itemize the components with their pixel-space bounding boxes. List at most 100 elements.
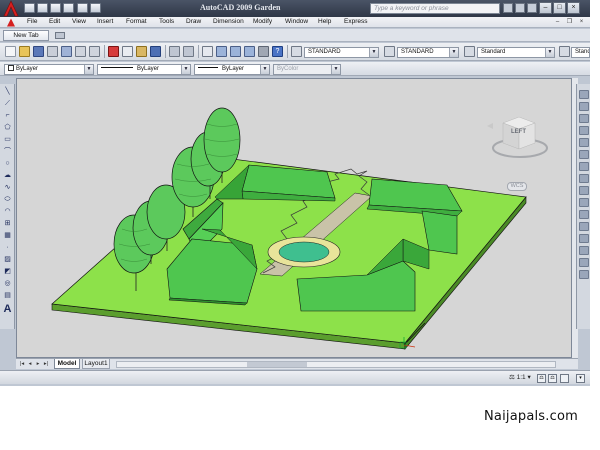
zoom-window-icon[interactable] bbox=[230, 46, 241, 57]
spline-icon[interactable]: ∿ bbox=[2, 182, 13, 193]
linetype-dropdown[interactable]: ByLayer ▼ bbox=[97, 64, 191, 75]
chevron-down-icon[interactable]: ▼ bbox=[84, 65, 93, 74]
search-icon[interactable] bbox=[503, 3, 513, 13]
ellipse-arc-icon[interactable]: ◠ bbox=[2, 206, 13, 217]
tab-toggle-icon[interactable] bbox=[55, 32, 65, 39]
gradient-icon[interactable]: ◩ bbox=[2, 266, 13, 277]
construction-line-icon[interactable]: ⟋ bbox=[2, 98, 13, 109]
maximize-icon[interactable]: □ bbox=[553, 2, 566, 14]
doc-minimize-icon[interactable]: – bbox=[553, 18, 562, 27]
array-icon[interactable] bbox=[579, 138, 589, 147]
properties-icon[interactable] bbox=[258, 46, 269, 57]
copy-object-icon[interactable] bbox=[579, 102, 589, 111]
drawing-viewport[interactable]: LEFT WCS bbox=[16, 78, 572, 358]
new-tab-button[interactable]: New Tab bbox=[3, 30, 49, 41]
print-icon[interactable] bbox=[47, 46, 58, 57]
search-input[interactable]: Type a keyword or phrase bbox=[370, 3, 500, 14]
menu-insert[interactable]: Insert bbox=[97, 18, 113, 25]
3d-dwf-icon[interactable] bbox=[89, 46, 100, 57]
chevron-down-icon[interactable]: ▼ bbox=[260, 65, 269, 74]
undo-icon[interactable] bbox=[77, 3, 88, 13]
plot-style-dropdown[interactable]: ByColor ▼ bbox=[273, 64, 341, 75]
point-icon[interactable]: · bbox=[2, 242, 13, 253]
doc-restore-icon[interactable]: ❐ bbox=[565, 18, 574, 27]
menu-express[interactable]: Express bbox=[344, 18, 367, 25]
circle-icon[interactable]: ○ bbox=[2, 158, 13, 169]
minimize-icon[interactable]: – bbox=[539, 2, 552, 14]
dim-style-icon[interactable] bbox=[384, 46, 395, 57]
table-style-icon[interactable] bbox=[464, 46, 475, 57]
menu-format[interactable]: Format bbox=[126, 18, 147, 25]
redo-icon[interactable] bbox=[90, 3, 101, 13]
close-icon[interactable]: × bbox=[567, 2, 580, 14]
publish-icon[interactable] bbox=[75, 46, 86, 57]
horizontal-scrollbar[interactable] bbox=[116, 361, 556, 368]
chamfer-icon[interactable] bbox=[579, 246, 589, 255]
move-icon[interactable] bbox=[579, 150, 589, 159]
text-style-dropdown[interactable]: STANDARD ▼ bbox=[304, 47, 379, 58]
menu-modify[interactable]: Modify bbox=[253, 18, 272, 25]
new-icon[interactable] bbox=[24, 3, 35, 13]
garden-3d-model[interactable] bbox=[17, 79, 573, 359]
zoom-previous-icon[interactable] bbox=[244, 46, 255, 57]
erase-icon[interactable] bbox=[579, 90, 589, 99]
stretch-icon[interactable] bbox=[579, 186, 589, 195]
line-icon[interactable]: ╲ bbox=[2, 86, 13, 97]
color-dropdown[interactable]: ByLayer ▼ bbox=[4, 64, 94, 75]
menu-tools[interactable]: Tools bbox=[159, 18, 174, 25]
help-icon[interactable] bbox=[527, 3, 537, 13]
doc-close-icon[interactable]: × bbox=[577, 18, 586, 27]
zoom-realtime-icon[interactable] bbox=[216, 46, 227, 57]
autocad-logo-icon[interactable] bbox=[1, 0, 21, 17]
open-file-icon[interactable] bbox=[19, 46, 30, 57]
insert-block-icon[interactable]: ⊞ bbox=[2, 218, 13, 229]
viewcube-face-label[interactable]: LEFT bbox=[511, 129, 526, 135]
chevron-down-icon[interactable]: ▼ bbox=[369, 48, 378, 57]
table-style-dropdown[interactable]: Standard ▼ bbox=[477, 47, 555, 58]
polyline-icon[interactable]: ⌐ bbox=[2, 110, 13, 121]
extend-icon[interactable] bbox=[579, 210, 589, 219]
multileader-style-icon[interactable] bbox=[559, 46, 570, 57]
auto-scale-icon[interactable]: ⚖ bbox=[548, 374, 557, 383]
dim-style-dropdown[interactable]: STANDARD ▼ bbox=[397, 47, 459, 58]
ellipse-icon[interactable]: ⬭ bbox=[2, 194, 13, 205]
save-file-icon[interactable] bbox=[33, 46, 44, 57]
menu-dimension[interactable]: Dimension bbox=[213, 18, 244, 25]
help-icon[interactable]: ? bbox=[272, 46, 283, 57]
menu-help[interactable]: Help bbox=[318, 18, 331, 25]
arc-icon[interactable]: ⌒ bbox=[2, 146, 13, 157]
hatch-icon[interactable]: ▨ bbox=[2, 254, 13, 265]
first-layout-icon[interactable]: |◂ bbox=[18, 360, 26, 368]
trim-icon[interactable] bbox=[579, 198, 589, 207]
lock-icon[interactable] bbox=[560, 374, 569, 383]
tab-model[interactable]: Model bbox=[54, 359, 80, 369]
print-icon[interactable] bbox=[63, 3, 74, 13]
rotate-icon[interactable] bbox=[579, 162, 589, 171]
ucs-menu-button[interactable]: WCS bbox=[507, 182, 527, 191]
make-block-icon[interactable]: ▦ bbox=[2, 230, 13, 241]
menu-file[interactable]: File bbox=[27, 18, 37, 25]
rectangle-icon[interactable]: ▭ bbox=[2, 134, 13, 145]
pan-icon[interactable] bbox=[202, 46, 213, 57]
cut-icon[interactable] bbox=[108, 46, 119, 57]
region-icon[interactable]: ◎ bbox=[2, 278, 13, 289]
multileader-style-dropdown[interactable]: Stand bbox=[571, 47, 590, 58]
open-icon[interactable] bbox=[37, 3, 48, 13]
chevron-down-icon[interactable]: ▼ bbox=[331, 65, 340, 74]
previous-layout-icon[interactable]: ◂ bbox=[26, 360, 34, 368]
explode-icon[interactable] bbox=[579, 270, 589, 279]
tab-layout1[interactable]: Layout1 bbox=[82, 359, 110, 369]
lineweight-dropdown[interactable]: ByLayer ▼ bbox=[194, 64, 270, 75]
next-layout-icon[interactable]: ▸ bbox=[34, 360, 42, 368]
star-icon[interactable] bbox=[515, 3, 525, 13]
menu-edit[interactable]: Edit bbox=[49, 18, 60, 25]
revision-cloud-icon[interactable]: ☁ bbox=[2, 170, 13, 181]
last-layout-icon[interactable]: ▸| bbox=[42, 360, 50, 368]
scale-icon[interactable] bbox=[579, 174, 589, 183]
offset-icon[interactable] bbox=[579, 126, 589, 135]
new-file-icon[interactable] bbox=[5, 46, 16, 57]
annotation-visibility-icon[interactable]: ⚖ bbox=[537, 374, 546, 383]
join-icon[interactable] bbox=[579, 234, 589, 243]
fillet-icon[interactable] bbox=[579, 258, 589, 267]
menu-draw[interactable]: Draw bbox=[186, 18, 201, 25]
